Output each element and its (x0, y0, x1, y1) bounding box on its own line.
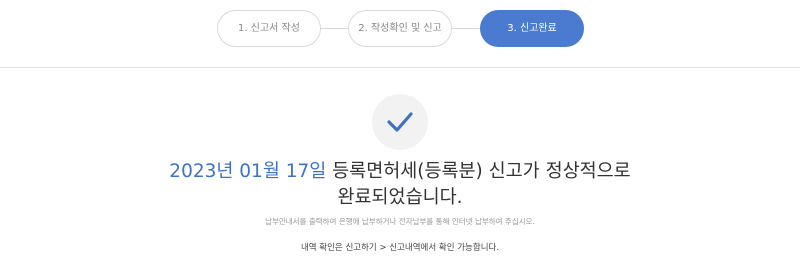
history-hint: 내역 확인은 신고하기 > 신고내역에서 확인 가능합니다. (300, 243, 500, 253)
completion-message-text: 등록면허세(등록분) 신고가 정상적으로 (326, 161, 631, 182)
step-1-write-report: 1. 신고서 작성 (217, 10, 321, 47)
progress-stepper: 1. 신고서 작성 2. 작성확인 및 신고 3. 신고완료 (217, 10, 584, 47)
step-connector (451, 28, 481, 29)
report-date: 2023년 01월 17일 (169, 161, 327, 182)
section-divider (0, 67, 800, 68)
step-2-confirm-and-report: 2. 작성확인 및 신고 (348, 10, 452, 47)
step-connector (319, 28, 349, 29)
check-icon (372, 94, 428, 150)
payment-notice: 납부안내서를 출력하여 은행에 납부하거나 전자납부를 통해 인터넷 납부하여 … (265, 217, 535, 226)
step-3-report-complete: 3. 신고완료 (480, 10, 584, 47)
completion-message: 2023년 01월 17일 등록면허세(등록분) 신고가 정상적으로 (0, 159, 800, 185)
completion-message-line2: 완료되었습니다. (337, 187, 463, 208)
